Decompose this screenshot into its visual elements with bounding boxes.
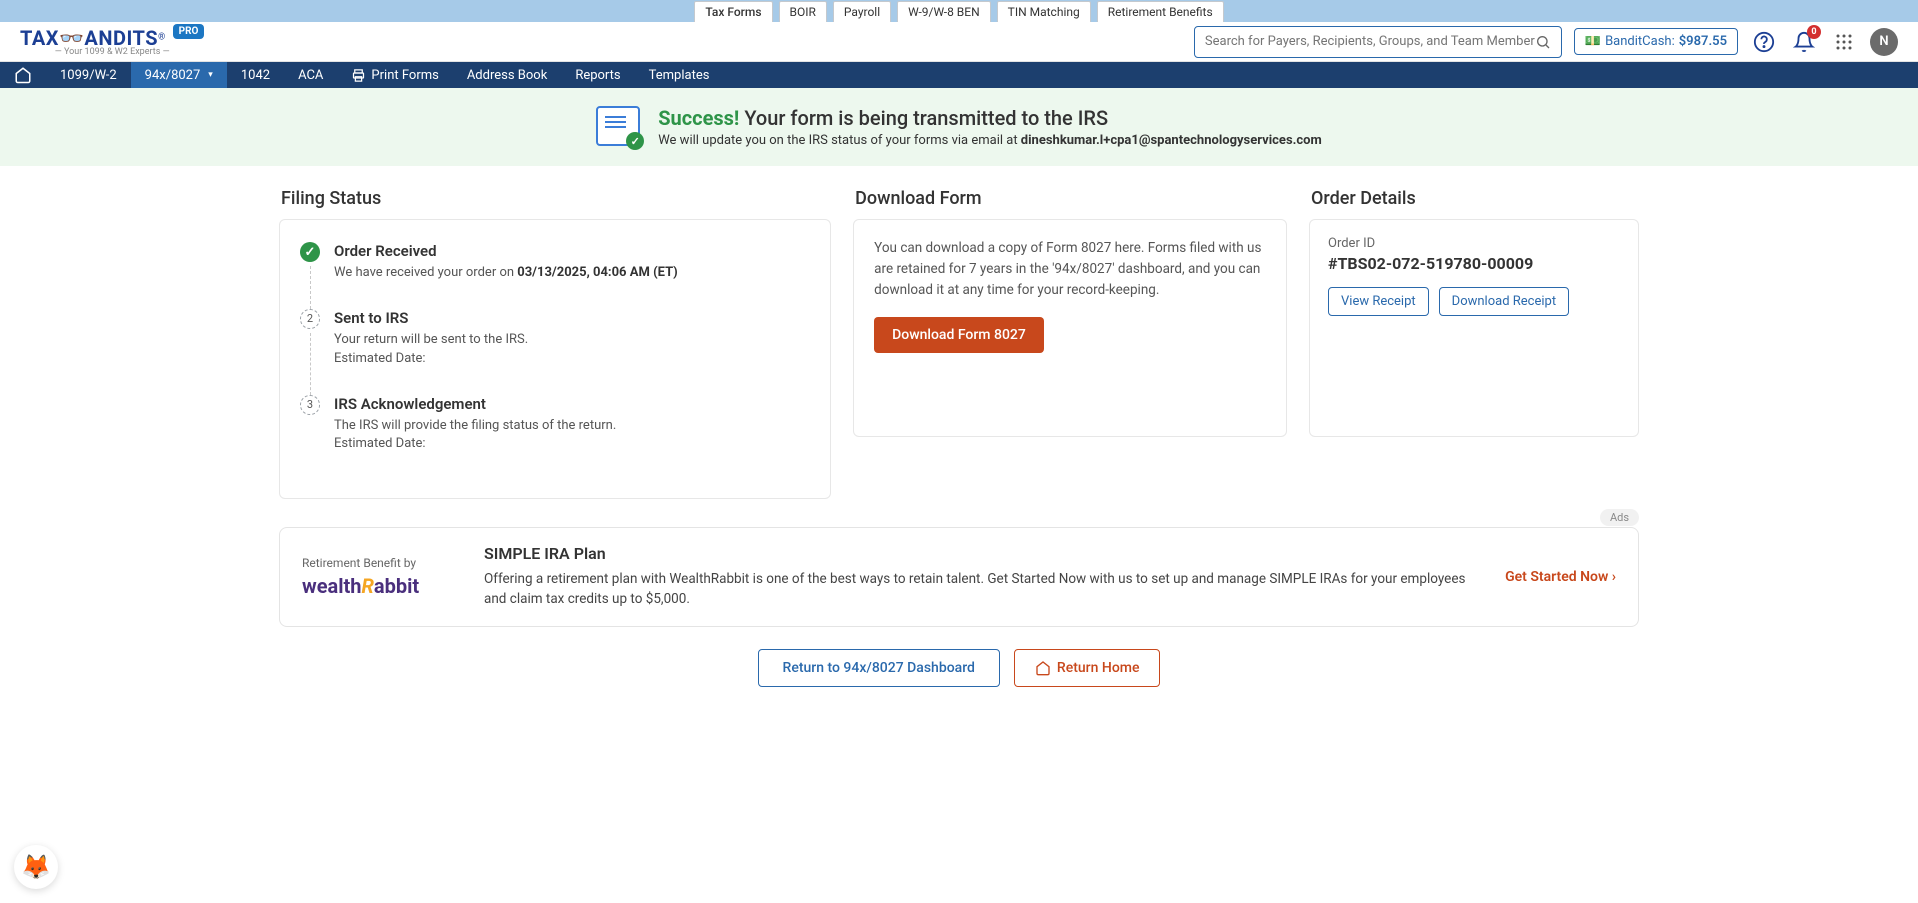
filing-status-title: Filing Status [281,188,831,209]
nav-home-icon[interactable] [0,62,46,88]
avatar[interactable]: N [1870,28,1898,56]
return-home-label: Return Home [1057,660,1140,676]
view-receipt-button[interactable]: View Receipt [1328,287,1429,316]
top-tabs-strip: Tax Forms BOIR Payroll W-9/W-8 BEN TIN M… [0,0,1918,22]
download-form-card: You can download a copy of Form 8027 her… [853,219,1287,437]
step-irs-ack: 3 IRS Acknowledgement The IRS will provi… [300,391,810,477]
step-3-extra: Estimated Date: [334,435,616,454]
logo[interactable]: TAX👓ANDITS® PRO — Your 1099 & W2 Experts… [20,26,204,57]
ads-badge: Ads [1600,509,1639,526]
top-tab-payroll[interactable]: Payroll [833,1,891,22]
download-form-title: Download Form [855,188,1287,209]
nav-reports[interactable]: Reports [561,62,634,88]
step-2-num: 2 [300,309,320,329]
step-3-title: IRS Acknowledgement [334,395,616,413]
nav-aca[interactable]: ACA [284,62,337,88]
step-3-text: The IRS will provide the filing status o… [334,417,616,436]
success-form-icon [596,106,640,146]
step-2-extra: Estimated Date: [334,350,528,369]
order-id-label: Order ID [1328,236,1620,251]
download-receipt-button[interactable]: Download Receipt [1439,287,1569,316]
nav-1042[interactable]: 1042 [227,62,284,88]
search-box[interactable] [1194,26,1562,58]
order-details-card: Order ID #TBS02-072-519780-00009 View Re… [1309,219,1639,437]
bandit-cash-button[interactable]: 💵 BanditCash: $987.55 [1574,28,1738,55]
top-tab-tin[interactable]: TIN Matching [997,1,1091,22]
nav-print-forms[interactable]: Print Forms [337,62,452,88]
step-1-text: We have received your order on 03/13/202… [334,264,678,283]
logo-reg: ® [158,32,165,42]
step-3-num: 3 [300,395,320,415]
ad-title: SIMPLE IRA Plan [484,544,1483,563]
apps-grid-icon[interactable] [1830,28,1858,56]
order-id-value: #TBS02-072-519780-00009 [1328,254,1620,273]
header: TAX👓ANDITS® PRO — Your 1099 & W2 Experts… [0,22,1918,62]
step-2-text: Your return will be sent to the IRS. [334,331,528,350]
help-icon[interactable] [1750,28,1778,56]
logo-text-1: TAX [20,26,59,50]
success-banner: Success! Your form is being transmitted … [0,88,1918,166]
top-tab-w9[interactable]: W-9/W-8 BEN [897,1,991,22]
chat-bot-icon[interactable]: 🦊 [14,845,58,889]
filing-status-card: ✓ Order Received We have received your o… [279,219,831,499]
order-details-title: Order Details [1311,188,1639,209]
step-order-received: ✓ Order Received We have received your o… [300,238,810,305]
bandit-cash-amount: $987.55 [1679,34,1727,49]
nav-bar: 1099/W-2 94x/8027 1042 ACA Print Forms A… [0,62,1918,88]
top-tab-boir[interactable]: BOIR [779,1,827,22]
return-home-button[interactable]: Return Home [1014,649,1161,687]
return-dashboard-button[interactable]: Return to 94x/8027 Dashboard [758,649,1000,687]
nav-94x8027[interactable]: 94x/8027 [131,62,227,88]
ad-text: Offering a retirement plan with WealthRa… [484,569,1483,610]
step-sent-to-irs: 2 Sent to IRS Your return will be sent t… [300,305,810,391]
notifications-icon[interactable]: 0 [1790,28,1818,56]
search-icon[interactable] [1535,34,1551,50]
nav-1099w2[interactable]: 1099/W-2 [46,62,131,88]
printer-icon [351,68,366,83]
download-form-8027-button[interactable]: Download Form 8027 [874,317,1044,353]
bandit-cash-label: BanditCash: [1605,34,1675,49]
home-icon [1035,660,1051,676]
dollar-icon: 💵 [1585,34,1601,49]
step-1-title: Order Received [334,242,678,260]
ad-banner: Retirement Benefit by wealthRabbit SIMPL… [279,527,1639,627]
notif-badge: 0 [1807,25,1821,39]
nav-print-label: Print Forms [371,68,438,83]
nav-templates[interactable]: Templates [635,62,724,88]
wealthrabbit-logo: wealthRabbit [302,574,462,598]
step-2-title: Sent to IRS [334,309,528,327]
search-input[interactable] [1205,34,1535,49]
ad-get-started-link[interactable]: Get Started Now [1505,569,1616,585]
step-check-icon: ✓ [300,242,320,262]
logo-pro-badge: PRO [173,24,205,39]
top-tab-tax-forms[interactable]: Tax Forms [694,1,772,22]
top-tab-retirement[interactable]: Retirement Benefits [1097,1,1224,22]
success-sub: We will update you on the IRS status of … [658,133,1322,148]
download-text: You can download a copy of Form 8027 her… [874,238,1266,301]
ad-retirement-by: Retirement Benefit by [302,556,462,570]
nav-address-book[interactable]: Address Book [453,62,561,88]
success-headline: Success! Your form is being transmitted … [658,106,1322,130]
